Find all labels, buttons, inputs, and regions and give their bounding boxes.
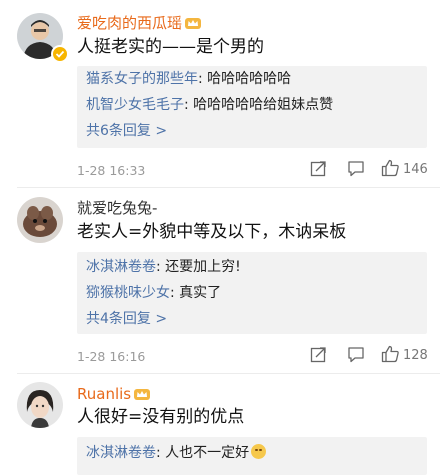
divider xyxy=(17,373,440,374)
level-crown-icon xyxy=(184,16,202,30)
reply-item[interactable]: 冰淇淋卷卷: 人也不一定好 xyxy=(86,444,267,462)
reply-username[interactable]: 冰淇淋卷卷 xyxy=(86,259,156,275)
replies-box[interactable]: 猫系女子的那些年: 哈哈哈哈哈哈 机智少女毛毛子: 哈哈哈哈哈给姐妹点赞 共6条… xyxy=(77,66,427,148)
like-icon[interactable] xyxy=(381,345,400,367)
user-avatar[interactable] xyxy=(17,382,63,428)
reply-item[interactable]: 猫系女子的那些年: 哈哈哈哈哈哈 xyxy=(86,70,291,88)
reply-item[interactable]: 猕猴桃味少女: 真实了 xyxy=(86,284,221,302)
reply-username[interactable]: 机智少女毛毛子 xyxy=(86,97,184,113)
replies-box[interactable]: 冰淇淋卷卷: 还要加上穷! 猕猴桃味少女: 真实了 共4条回复 > xyxy=(77,252,427,334)
like-count: 146 xyxy=(403,162,428,177)
reply-text: 人也不一定好 xyxy=(165,445,250,461)
comment-timestamp: 1-28 16:16 xyxy=(77,349,146,364)
reply-text: 哈哈哈哈哈给姐妹点赞 xyxy=(193,97,334,113)
share-icon[interactable] xyxy=(310,160,327,181)
replies-box[interactable]: 冰淇淋卷卷: 人也不一定好 xyxy=(77,437,427,475)
username[interactable]: 就爱吃兔兔- xyxy=(77,199,157,217)
username[interactable]: 爱吃肉的西瓜瑶 xyxy=(77,14,202,32)
user-avatar[interactable] xyxy=(17,197,63,243)
divider xyxy=(17,187,440,188)
reply-username[interactable]: 猫系女子的那些年 xyxy=(86,71,198,87)
comment-text: 老实人=外貌中等及以下，木讷呆板 xyxy=(77,222,347,242)
comment-icon[interactable] xyxy=(347,346,365,367)
more-replies-link[interactable]: 共6条回复 > xyxy=(86,122,167,140)
username[interactable]: Ruanlis xyxy=(77,385,151,403)
reply-item[interactable]: 机智少女毛毛子: 哈哈哈哈哈给姐妹点赞 xyxy=(86,96,333,114)
comment-icon[interactable] xyxy=(347,160,365,181)
comment-text: 人挺老实的——是个男的 xyxy=(77,37,264,57)
reply-text: 还要加上穷! xyxy=(165,259,241,275)
level-crown-icon xyxy=(133,387,151,401)
like-count: 128 xyxy=(403,348,428,363)
reply-text: 哈哈哈哈哈哈 xyxy=(207,71,292,87)
reply-username[interactable]: 冰淇淋卷卷 xyxy=(86,445,156,461)
share-icon[interactable] xyxy=(310,346,327,367)
smile-emoji-icon xyxy=(251,444,267,459)
comment-timestamp: 1-28 16:33 xyxy=(77,163,146,178)
reply-username[interactable]: 猕猴桃味少女 xyxy=(86,285,170,301)
verified-badge-icon xyxy=(51,45,69,63)
comment-text: 人很好=没有别的优点 xyxy=(77,407,245,427)
reply-text: 真实了 xyxy=(179,285,222,301)
reply-item[interactable]: 冰淇淋卷卷: 还要加上穷! xyxy=(86,258,241,276)
like-icon[interactable] xyxy=(381,159,400,181)
more-replies-link[interactable]: 共4条回复 > xyxy=(86,310,167,328)
